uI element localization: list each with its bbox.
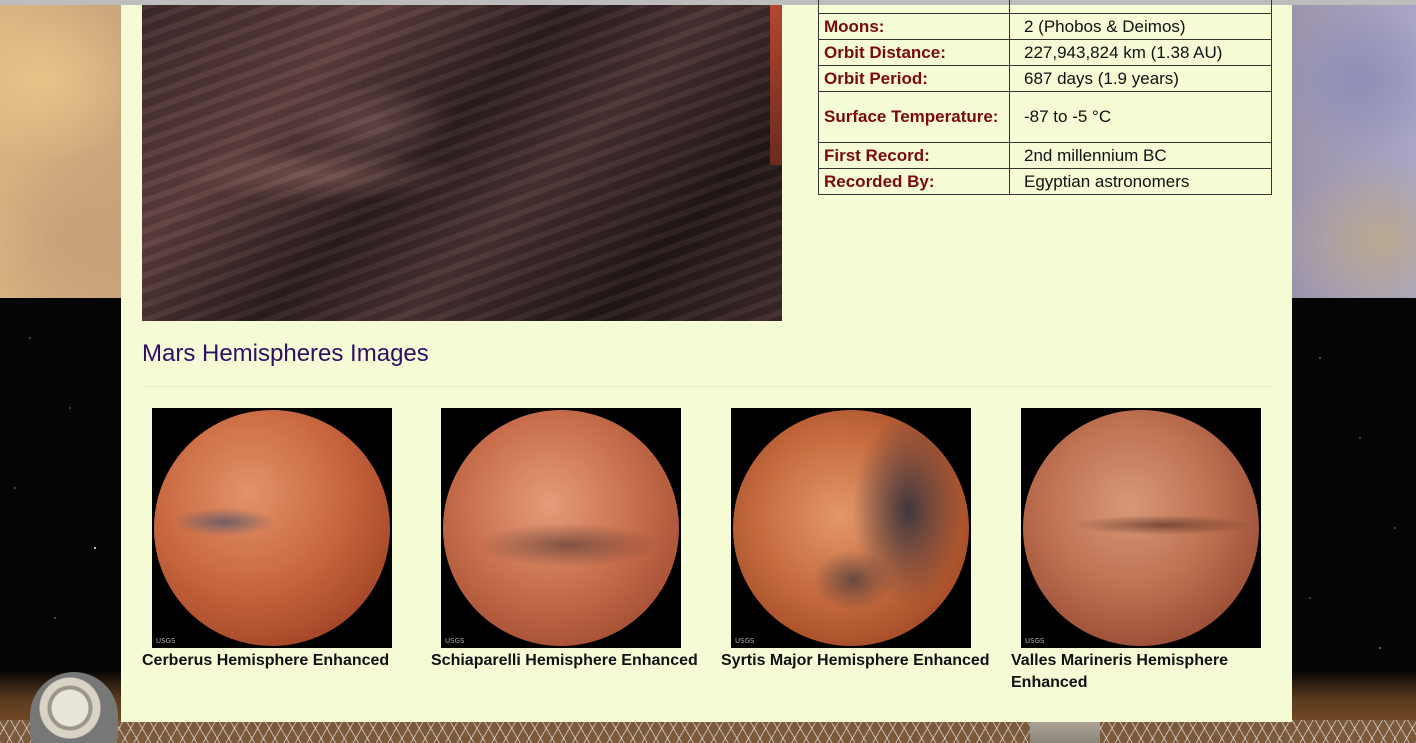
usgs-badge: USGS: [1025, 637, 1045, 645]
main-content-panel: Moons: 2 (Phobos & Deimos) Orbit Distanc…: [121, 0, 1292, 722]
facts-row: Moons: 2 (Phobos & Deimos): [818, 13, 1272, 40]
usgs-badge: USGS: [445, 637, 465, 645]
hemisphere-caption: Cerberus Hemisphere Enhanced: [142, 652, 390, 669]
usgs-badge: USGS: [156, 637, 176, 645]
facts-row: Recorded By: Egyptian astronomers: [818, 168, 1272, 195]
hemisphere-caption: Syrtis Major Hemisphere Enhanced: [721, 652, 990, 669]
facts-label: First Record:: [818, 142, 1010, 169]
usgs-badge: USGS: [735, 637, 755, 645]
facts-row: Surface Temperature: -87 to -5 °C: [818, 91, 1272, 143]
hemisphere-caption: Valles Marineris Hemisphere Enhanced: [1011, 652, 1228, 691]
featured-mars-image: [142, 5, 782, 321]
facts-value: [1009, 0, 1272, 14]
hemisphere-caption: Schiaparelli Hemisphere Enhanced: [431, 652, 698, 669]
mars-globe-image: [733, 410, 969, 646]
facts-value: 687 days (1.9 years): [1009, 65, 1272, 92]
facts-label: Orbit Period:: [818, 65, 1010, 92]
facts-label: Recorded By:: [818, 168, 1010, 195]
mars-globe-image: [1023, 410, 1259, 646]
facts-row: Orbit Distance: 227,943,824 km (1.38 AU): [818, 39, 1272, 66]
facts-value: 2nd millennium BC: [1009, 142, 1272, 169]
facts-value: Egyptian astronomers: [1009, 168, 1272, 195]
facts-row: Orbit Period: 687 days (1.9 years): [818, 65, 1272, 92]
image-edge-highlight: [770, 5, 782, 165]
hemisphere-card-schiaparelli[interactable]: USGS Schiaparelli Hemisphere Enhanced: [431, 408, 711, 672]
hemisphere-thumbnail[interactable]: USGS: [152, 408, 392, 648]
hemisphere-thumbnail[interactable]: USGS: [731, 408, 971, 648]
facts-label: Moons:: [818, 13, 1010, 40]
mars-globe-image: [443, 410, 679, 646]
hemispheres-heading: Mars Hemispheres Images: [142, 340, 429, 367]
facts-value: 2 (Phobos & Deimos): [1009, 13, 1272, 40]
facts-label: [818, 0, 1010, 14]
hemisphere-card-valles-marineris[interactable]: USGS Valles Marineris Hemisphere Enhance…: [1011, 408, 1291, 694]
hemisphere-card-cerberus[interactable]: USGS Cerberus Hemisphere Enhanced: [142, 408, 422, 672]
dune-texture: [142, 5, 782, 321]
lander-lattice: [0, 720, 1416, 743]
facts-value: -87 to -5 °C: [1009, 91, 1272, 143]
facts-value: 227,943,824 km (1.38 AU): [1009, 39, 1272, 66]
hemisphere-thumbnail[interactable]: USGS: [441, 408, 681, 648]
hemisphere-card-syrtis-major[interactable]: USGS Syrtis Major Hemisphere Enhanced: [721, 408, 1001, 672]
mars-globe-image: [154, 410, 390, 646]
hemisphere-thumbnail[interactable]: USGS: [1021, 408, 1261, 648]
facts-label: Surface Temperature:: [818, 91, 1010, 143]
section-divider: [142, 386, 1272, 387]
facts-row-cut: [818, 0, 1272, 14]
facts-row: First Record: 2nd millennium BC: [818, 142, 1272, 169]
facts-label: Orbit Distance:: [818, 39, 1010, 66]
mars-facts-table: Moons: 2 (Phobos & Deimos) Orbit Distanc…: [818, 0, 1272, 195]
